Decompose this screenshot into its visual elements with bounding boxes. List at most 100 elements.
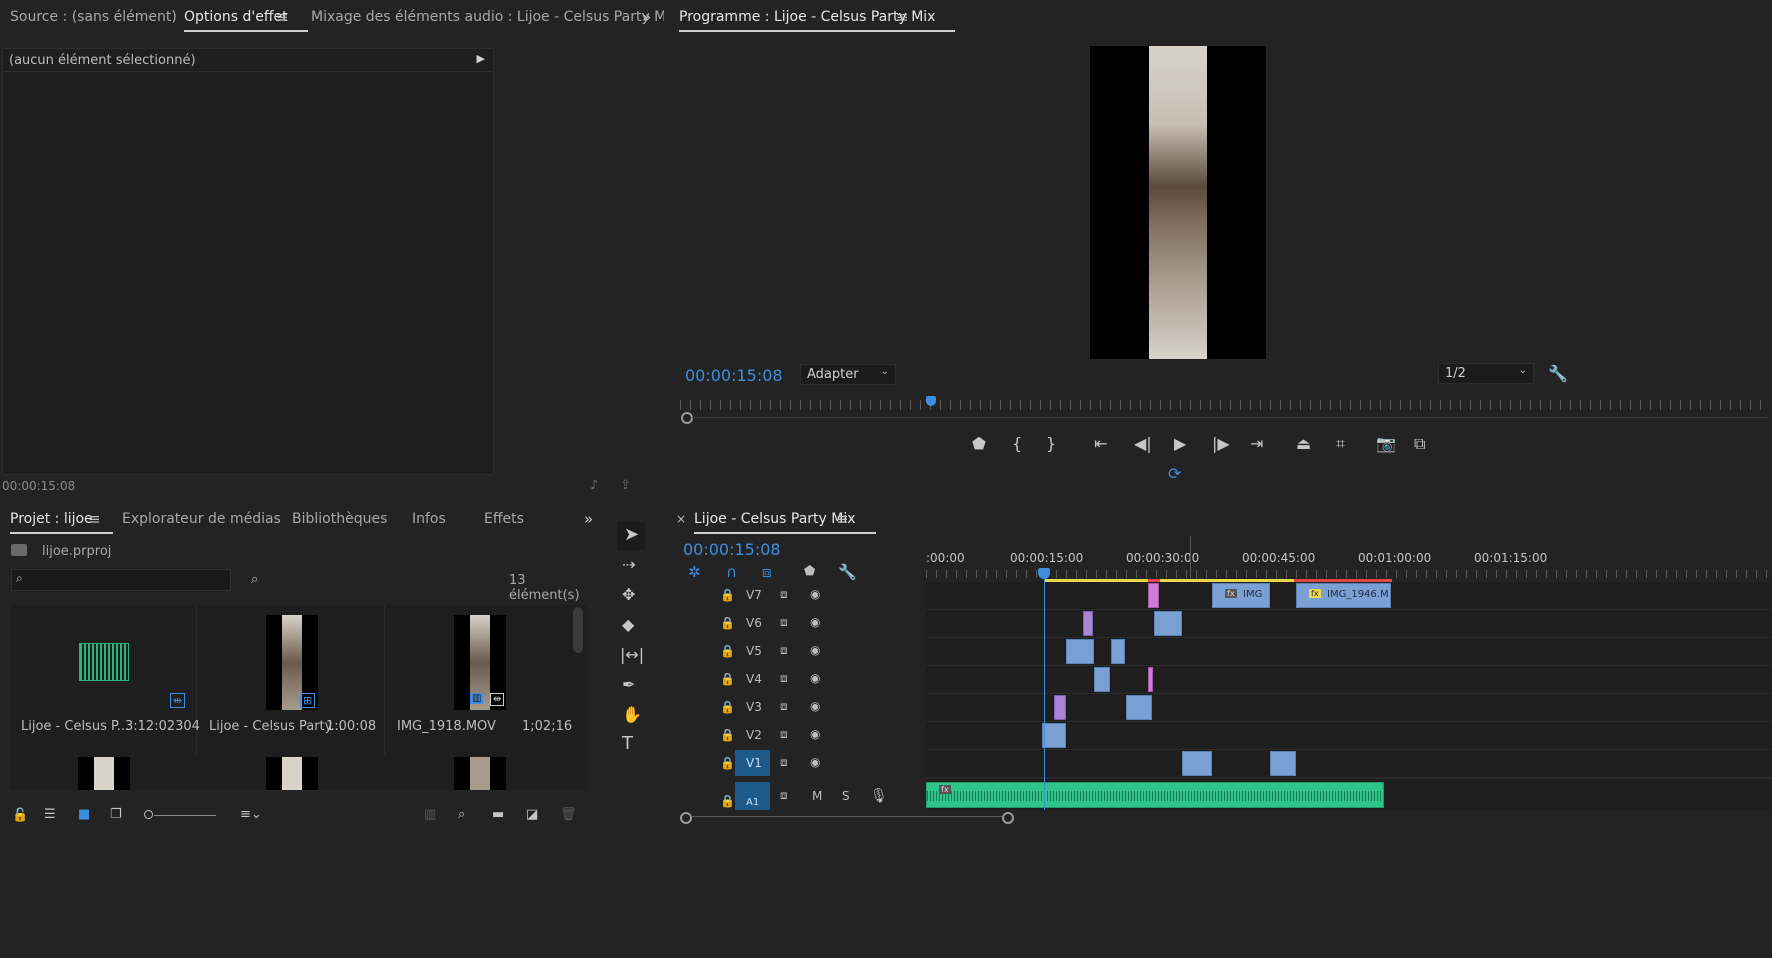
linked-selection-icon[interactable]: ⧈ (762, 563, 772, 581)
project-item[interactable]: ⊞ Lijoe - Celsus Party... 1:00:08 (198, 605, 385, 755)
step-back-icon[interactable]: ◀| (1134, 436, 1152, 452)
sync-lock-icon[interactable]: ⧈ (780, 587, 788, 602)
tab-audio-mixer[interactable]: Mixage des éléments audio : Lijoe - Cels… (311, 9, 678, 25)
slip-tool-icon[interactable]: |↔| (620, 647, 644, 663)
sync-lock-icon[interactable]: ⧈ (780, 671, 788, 686)
project-item[interactable]: ⇹ Lijoe - Celsus P... 3:12:02304 (10, 605, 200, 755)
lock-icon[interactable]: 🔒 (720, 616, 735, 630)
timeline-timecode[interactable]: 00:00:15:08 (683, 540, 781, 559)
go-to-out-icon[interactable]: ⇥ (1250, 436, 1263, 452)
automate-icon[interactable]: ▥ (424, 807, 436, 822)
project-scrollbar[interactable] (573, 607, 583, 653)
clip[interactable]: fx IMG_1946.M (1296, 583, 1391, 608)
lock-icon[interactable]: 🔒 (720, 794, 735, 808)
clip[interactable] (1270, 751, 1296, 776)
timeline-zoom-bar[interactable] (692, 816, 1002, 817)
eye-icon[interactable]: ◉ (810, 727, 820, 741)
fit-dropdown[interactable]: Adapter ⌄ (800, 364, 896, 385)
sync-lock-icon[interactable]: ⧈ (780, 615, 788, 630)
icon-view-icon[interactable]: ■ (78, 807, 90, 822)
program-timecode[interactable]: 00:00:15:08 (685, 366, 783, 385)
sequence-menu-icon[interactable] (836, 510, 849, 528)
go-to-in-icon[interactable]: ⇤ (1094, 436, 1107, 452)
mark-in-icon[interactable]: { (1012, 436, 1022, 452)
lock-icon[interactable]: 🔒 (720, 756, 735, 770)
snap-icon[interactable]: ∩ (726, 563, 737, 581)
search-input[interactable] (32, 571, 226, 589)
tab-effect-options[interactable]: Options d'effet (184, 9, 308, 32)
new-bin-icon[interactable]: ▬ (492, 807, 504, 822)
clip[interactable] (1126, 695, 1152, 720)
export-icon[interactable]: ⇪ (620, 478, 631, 493)
audio-clip[interactable]: fx (926, 782, 1384, 808)
lock-icon[interactable]: 🔒 (720, 588, 735, 602)
program-playhead[interactable] (926, 396, 936, 406)
audio-playback-icon[interactable]: ♪ (590, 478, 598, 493)
add-marker-icon[interactable]: ⬟ (972, 436, 986, 452)
resolution-dropdown[interactable]: 1/2 ⌄ (1438, 363, 1534, 384)
eye-icon[interactable]: ◉ (810, 699, 820, 713)
find-bin-icon[interactable]: ⌕ (251, 572, 258, 587)
lock-icon[interactable]: 🔒 (720, 644, 735, 658)
eye-icon[interactable]: ◉ (810, 587, 820, 601)
nest-icon[interactable]: ✲ (688, 563, 701, 581)
tab-source[interactable]: Source : (sans élément) (10, 9, 177, 25)
pen-tool-icon[interactable]: ✒ (622, 677, 635, 693)
wrench-icon[interactable]: 🔧 (1548, 364, 1568, 383)
clip[interactable] (1054, 695, 1066, 720)
mark-out-icon[interactable]: } (1046, 436, 1056, 452)
add-marker-icon[interactable]: ⬟ (804, 564, 815, 579)
sync-lock-icon[interactable]: ⧈ (780, 755, 788, 770)
razor-tool-icon[interactable]: ◆ (622, 617, 634, 633)
type-tool-icon[interactable]: T (622, 735, 633, 753)
sync-lock-icon[interactable]: ⧈ (780, 699, 788, 714)
clip[interactable] (1148, 667, 1153, 692)
tab-info[interactable]: Infos (412, 511, 446, 527)
lock-icon[interactable]: 🔒 (720, 672, 735, 686)
project-item-partial[interactable] (454, 757, 506, 790)
zoom-slider[interactable] (144, 810, 218, 820)
eye-icon[interactable]: ◉ (810, 755, 820, 769)
eye-icon[interactable]: ◉ (810, 671, 820, 685)
sync-lock-icon[interactable]: ⧈ (780, 727, 788, 742)
list-view-icon[interactable]: ☰ (44, 807, 56, 822)
find-icon[interactable]: ⌕ (458, 807, 465, 822)
close-icon[interactable]: × (676, 512, 686, 526)
zoom-handle[interactable] (681, 412, 693, 424)
eye-icon[interactable]: ◉ (810, 643, 820, 657)
project-item[interactable]: ▥ ⇹ IMG_1918.MOV 1;02;16 (386, 605, 572, 755)
clip[interactable] (1111, 639, 1125, 664)
timeline-ruler[interactable] (926, 570, 1772, 578)
overflow-chevron-icon[interactable]: » (642, 8, 651, 26)
clip[interactable] (1154, 611, 1182, 636)
clip[interactable] (1066, 639, 1094, 664)
step-forward-icon[interactable]: |▶ (1212, 436, 1230, 452)
clip[interactable] (1083, 611, 1093, 636)
clip[interactable]: fx IMG (1212, 583, 1270, 608)
tab-media-browser[interactable]: Explorateur de médias (122, 511, 281, 527)
sync-icon[interactable]: ⟳ (1168, 464, 1181, 483)
freeform-view-icon[interactable]: ❐ (110, 807, 122, 822)
new-item-icon[interactable]: ◪ (526, 807, 538, 822)
search-box[interactable]: ⌕ (11, 569, 231, 591)
eye-icon[interactable]: ◉ (810, 615, 820, 629)
tab-project[interactable]: Projet : lijoe (10, 511, 113, 534)
track-select-tool-icon[interactable]: ⇢ (622, 557, 635, 573)
timeline-zoom-handle-left[interactable] (680, 812, 692, 824)
expand-arrow-icon[interactable]: ▶ (477, 52, 485, 65)
lock-icon[interactable]: 🔒 (720, 700, 735, 714)
tab-effects[interactable]: Effets (484, 511, 524, 527)
tab-libraries[interactable]: Bibliothèques (292, 511, 387, 527)
project-menu-icon[interactable] (88, 510, 101, 528)
program-menu-icon[interactable] (896, 8, 909, 26)
comparison-view-icon[interactable]: ⧉ (1414, 436, 1425, 452)
timeline-zoom-handle-right[interactable] (1002, 812, 1014, 824)
project-item-partial[interactable] (78, 757, 130, 790)
sequence-tab[interactable]: Lijoe - Celsus Party Mix (694, 511, 876, 534)
extract-icon[interactable]: ⌗ (1336, 436, 1345, 452)
project-item-partial[interactable] (266, 757, 318, 790)
settings-wrench-icon[interactable]: 🔧 (838, 563, 857, 581)
ripple-edit-tool-icon[interactable]: ✥ (622, 587, 635, 603)
sync-lock-icon[interactable]: ⧈ (780, 643, 788, 658)
overflow-chevron-icon[interactable]: » (584, 510, 593, 528)
